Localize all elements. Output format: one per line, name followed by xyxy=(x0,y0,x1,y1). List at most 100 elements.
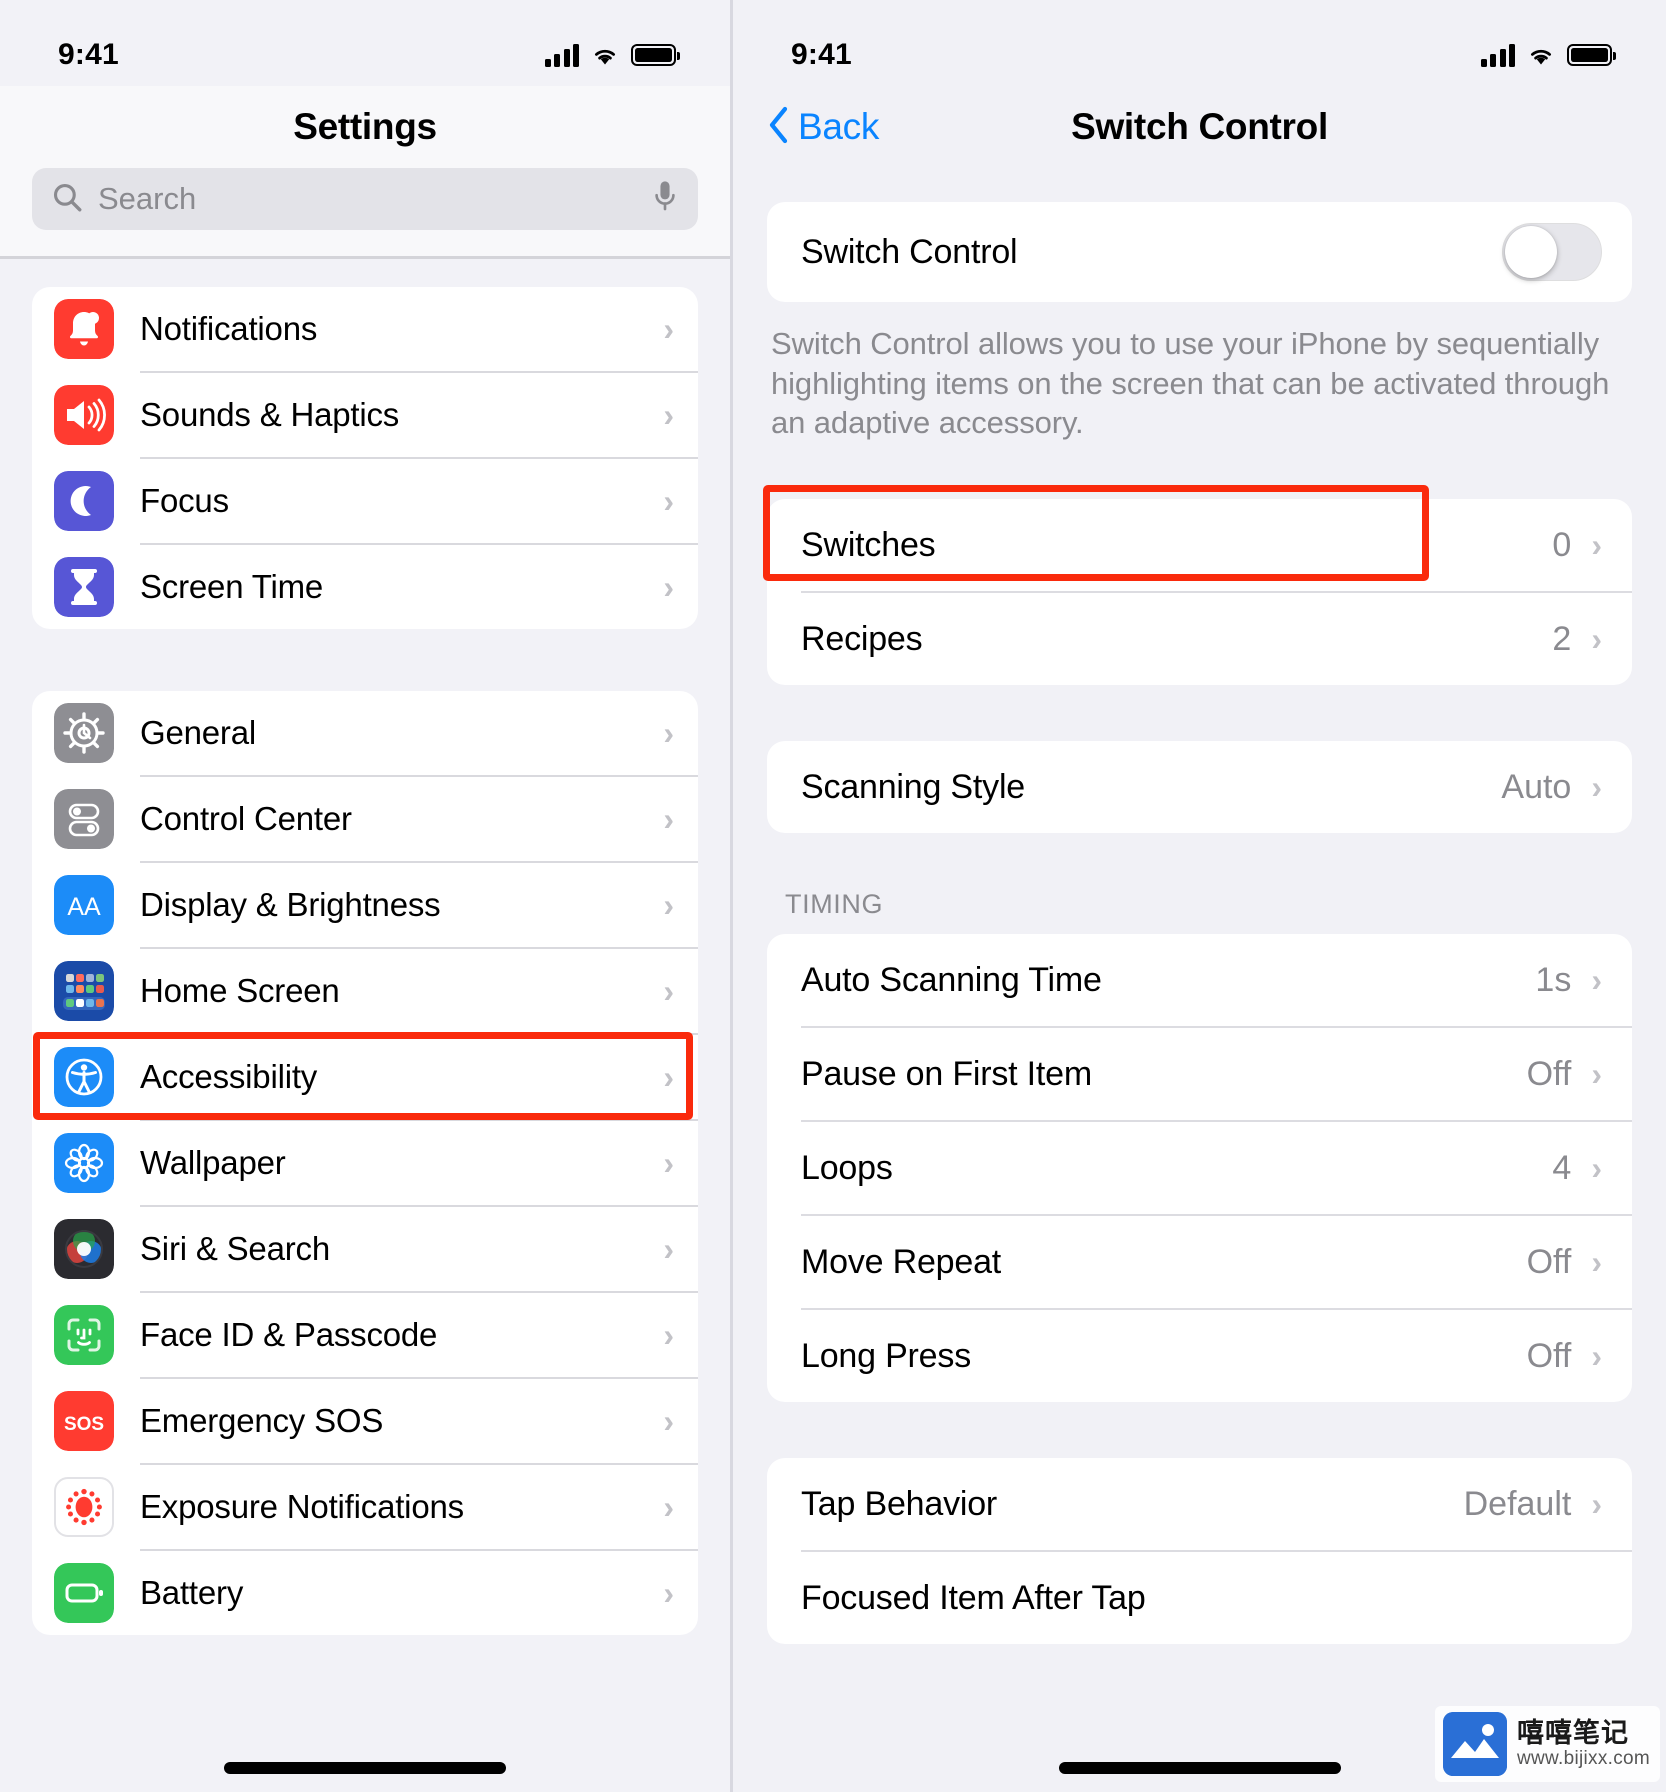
toggle-switch-off-icon[interactable] xyxy=(1502,223,1602,281)
status-time: 9:41 xyxy=(791,38,852,71)
switch-control-toggle-group: Switch Control xyxy=(767,202,1632,302)
chevron-right-icon: › xyxy=(1591,1149,1602,1186)
sidebar-item-accessibility[interactable]: Accessibility › xyxy=(32,1035,698,1119)
switch-control-toggle-row[interactable]: Switch Control xyxy=(767,202,1632,302)
search-placeholder: Search xyxy=(98,181,197,216)
settings-group-2: General › Control Center › AA Display & … xyxy=(32,691,698,1635)
sidebar-item-label: Siri & Search xyxy=(140,1230,330,1267)
status-icons xyxy=(544,43,680,67)
watermark-title: 嘻嘻笔记 xyxy=(1517,1718,1629,1749)
battery-icon xyxy=(1567,44,1616,66)
sidebar-item-label: Home Screen xyxy=(140,972,340,1009)
chevron-right-icon: › xyxy=(663,972,674,1009)
switch-control-list[interactable]: Switch Control Switch Control allows you… xyxy=(733,168,1666,1792)
search-input[interactable]: Search xyxy=(32,168,698,230)
scanning-style-group: Scanning Style Auto › xyxy=(767,741,1632,834)
pause-on-first-item-row[interactable]: Pause on First Item Off › xyxy=(767,1028,1632,1120)
chevron-right-icon: › xyxy=(1591,1055,1602,1092)
auto-scanning-time-row[interactable]: Auto Scanning Time 1s › xyxy=(767,934,1632,1026)
sidebar-item-label: Screen Time xyxy=(140,568,324,605)
auto-scanning-time-value: 1s xyxy=(1535,960,1572,999)
svg-text:AA: AA xyxy=(67,893,101,921)
switch-control-screen: 9:41 Back Switch Control Switch Control … xyxy=(730,0,1666,1792)
chevron-left-icon xyxy=(767,106,789,149)
long-press-label: Long Press xyxy=(801,1336,971,1375)
sidebar-item-label: Focus xyxy=(140,482,229,519)
back-button[interactable]: Back xyxy=(767,106,879,149)
loops-value: 4 xyxy=(1552,1148,1572,1187)
sidebar-item-battery[interactable]: Battery › xyxy=(32,1551,698,1635)
sidebar-item-label: General xyxy=(140,714,257,751)
sidebar-item-control-center[interactable]: Control Center › xyxy=(32,777,698,861)
chevron-right-icon: › xyxy=(1591,1337,1602,1374)
sidebar-item-wallpaper[interactable]: Wallpaper › xyxy=(32,1121,698,1205)
long-press-row[interactable]: Long Press Off › xyxy=(767,1310,1632,1402)
home-indicator-left xyxy=(224,1762,506,1774)
chevron-right-icon: › xyxy=(663,568,674,605)
tap-behavior-group: Tap Behavior Default › Focused Item Afte… xyxy=(767,1458,1632,1645)
home-indicator-right xyxy=(1058,1762,1341,1774)
chevron-right-icon: › xyxy=(1591,526,1602,563)
sidebar-item-focus[interactable]: Focus › xyxy=(32,459,698,543)
chevron-right-icon: › xyxy=(663,1144,674,1181)
chevron-right-icon: › xyxy=(1591,1243,1602,1280)
scanning-style-row[interactable]: Scanning Style Auto › xyxy=(767,741,1632,833)
cellular-bars-icon xyxy=(544,43,579,67)
exposure-notifications-icon xyxy=(54,1477,114,1537)
move-repeat-row[interactable]: Move Repeat Off › xyxy=(767,1216,1632,1308)
timing-section-header: TIMING xyxy=(785,889,884,920)
move-repeat-label: Move Repeat xyxy=(801,1242,1002,1281)
tap-behavior-row[interactable]: Tap Behavior Default › xyxy=(767,1458,1632,1550)
switch-control-label: Switch Control xyxy=(801,232,1018,271)
emergency-sos-icon: SOS xyxy=(54,1391,114,1451)
chevron-right-icon: › xyxy=(663,1230,674,1267)
pause-on-first-item-value: Off xyxy=(1526,1054,1572,1093)
long-press-value: Off xyxy=(1526,1336,1572,1375)
chevron-right-icon: › xyxy=(663,1402,674,1439)
sidebar-item-exposure-notifications[interactable]: Exposure Notifications › xyxy=(32,1465,698,1549)
back-label: Back xyxy=(798,106,880,147)
sidebar-item-label: Emergency SOS xyxy=(140,1402,384,1439)
status-icons xyxy=(1480,43,1616,67)
screen-time-hourglass-icon xyxy=(54,557,114,617)
sidebar-item-label: Battery xyxy=(140,1574,244,1611)
cellular-bars-icon xyxy=(1480,43,1515,67)
settings-list[interactable]: Notifications › Sounds & Haptics › Focus… xyxy=(0,259,730,1792)
auto-scanning-time-label: Auto Scanning Time xyxy=(801,960,1102,999)
switches-group: Switches 0 › Recipes 2 › xyxy=(767,499,1632,686)
sidebar-item-screen-time[interactable]: Screen Time › xyxy=(32,545,698,629)
sidebar-item-face-id-passcode[interactable]: Face ID & Passcode › xyxy=(32,1293,698,1377)
chevron-right-icon: › xyxy=(1591,1485,1602,1522)
status-bar-left: 9:41 xyxy=(0,0,730,86)
status-bar-right: 9:41 xyxy=(733,0,1666,86)
battery-icon xyxy=(631,44,680,66)
sidebar-item-display-brightness[interactable]: AA Display & Brightness › xyxy=(32,863,698,947)
sidebar-item-label: Sounds & Haptics xyxy=(140,396,400,433)
recipes-row[interactable]: Recipes 2 › xyxy=(767,593,1632,685)
tap-behavior-label: Tap Behavior xyxy=(801,1484,998,1523)
loops-label: Loops xyxy=(801,1148,893,1187)
sidebar-item-label: Accessibility xyxy=(140,1058,318,1095)
sidebar-item-notifications[interactable]: Notifications › xyxy=(32,287,698,371)
sidebar-item-siri-search[interactable]: Siri & Search › xyxy=(32,1207,698,1291)
settings-group-1: Notifications › Sounds & Haptics › Focus… xyxy=(32,287,698,629)
recipes-label: Recipes xyxy=(801,619,923,658)
general-gear-icon xyxy=(54,703,114,763)
watermark-url: www.bijixx.com xyxy=(1517,1748,1650,1770)
sidebar-item-general[interactable]: General › xyxy=(32,691,698,775)
focused-item-after-tap-row[interactable]: Focused Item After Tap xyxy=(767,1552,1632,1644)
switches-value: 0 xyxy=(1552,525,1572,564)
sidebar-item-emergency-sos[interactable]: SOS Emergency SOS › xyxy=(32,1379,698,1463)
focused-item-after-tap-label: Focused Item After Tap xyxy=(801,1578,1146,1617)
chevron-right-icon: › xyxy=(1591,620,1602,657)
sidebar-item-home-screen[interactable]: Home Screen › xyxy=(32,949,698,1033)
chevron-right-icon: › xyxy=(663,1574,674,1611)
sidebar-item-label: Exposure Notifications xyxy=(140,1488,464,1525)
scanning-style-label: Scanning Style xyxy=(801,767,1026,806)
sidebar-item-sounds-haptics[interactable]: Sounds & Haptics › xyxy=(32,373,698,457)
microphone-icon[interactable] xyxy=(650,179,680,220)
switches-row[interactable]: Switches 0 › xyxy=(767,499,1632,591)
loops-row[interactable]: Loops 4 › xyxy=(767,1122,1632,1214)
speaker-waves-icon xyxy=(54,385,114,445)
chevron-right-icon: › xyxy=(663,482,674,519)
